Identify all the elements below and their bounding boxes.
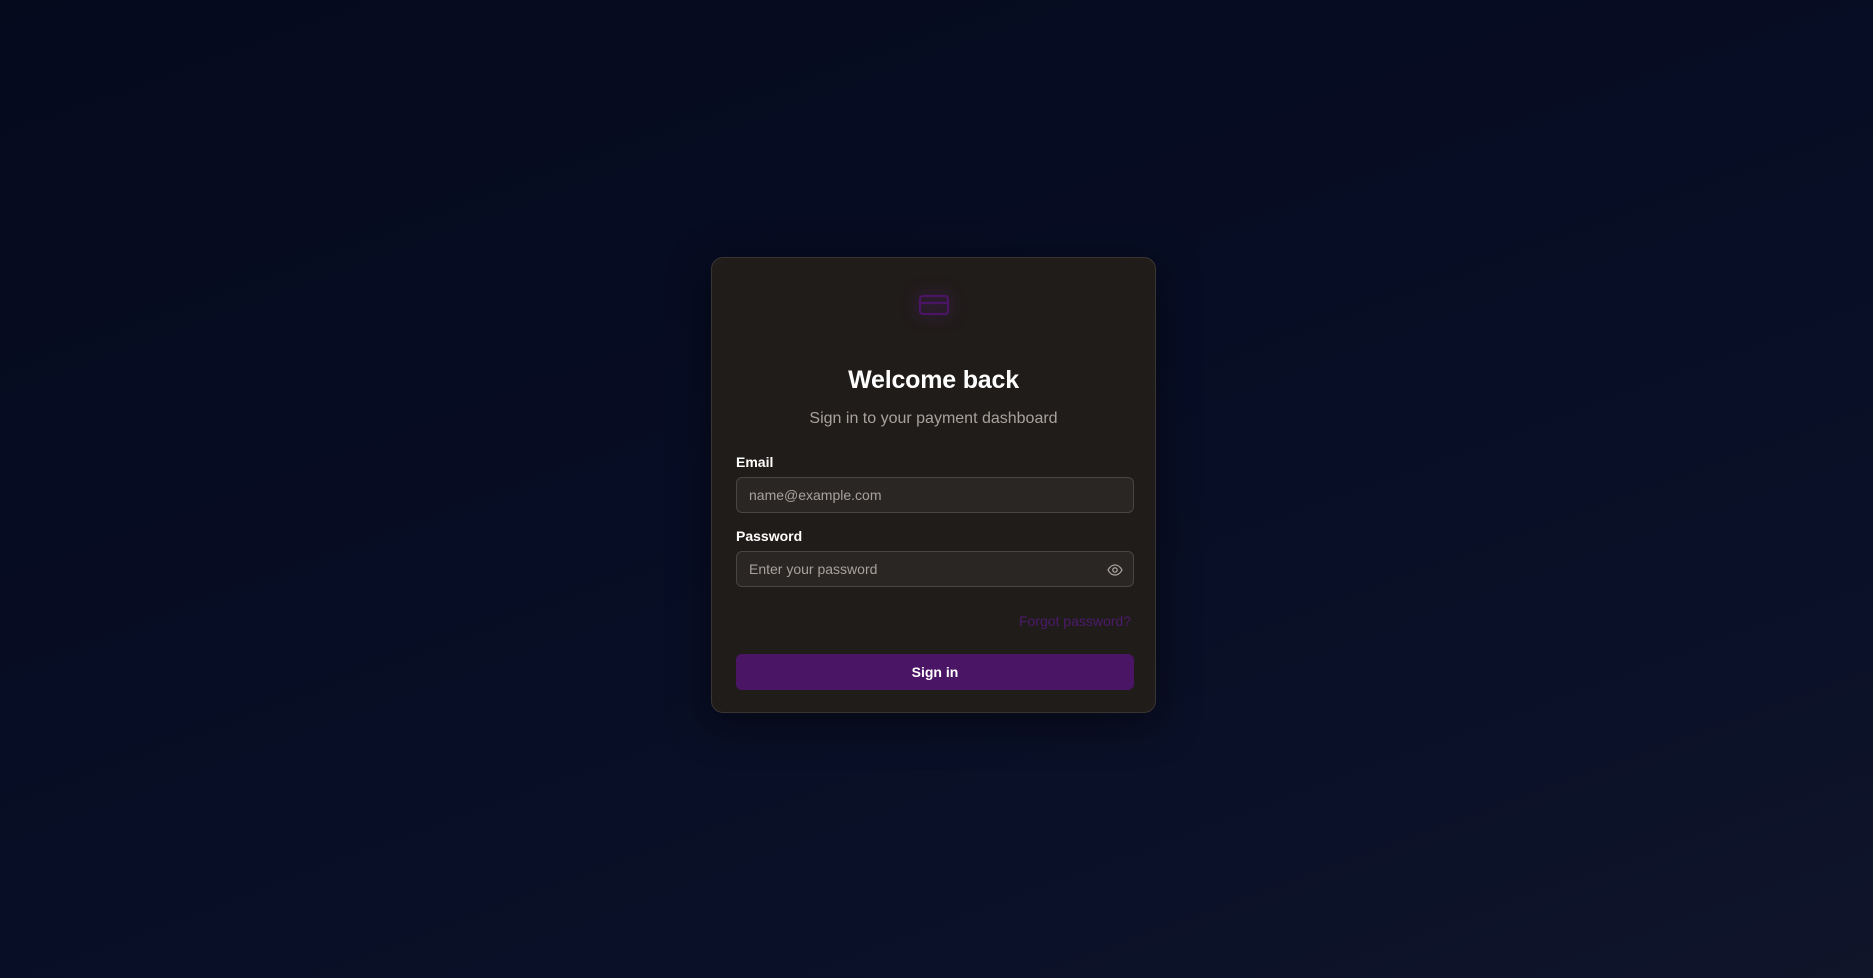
email-label: Email xyxy=(736,454,774,470)
credit-card-icon xyxy=(918,293,950,317)
page-subtitle: Sign in to your payment dashboard xyxy=(809,410,1058,427)
email-field-wrapper xyxy=(736,477,1134,513)
password-field-wrapper xyxy=(736,551,1134,587)
page-title: Welcome back xyxy=(848,366,1019,394)
password-field[interactable] xyxy=(737,552,1133,586)
login-card: Welcome back Sign in to your payment das… xyxy=(711,257,1156,713)
eye-icon[interactable] xyxy=(1106,561,1124,579)
email-field[interactable] xyxy=(737,478,1133,512)
sign-in-button[interactable]: Sign in xyxy=(736,654,1134,690)
password-label: Password xyxy=(736,528,803,544)
forgot-password-link[interactable]: Forgot password? xyxy=(1019,613,1131,629)
